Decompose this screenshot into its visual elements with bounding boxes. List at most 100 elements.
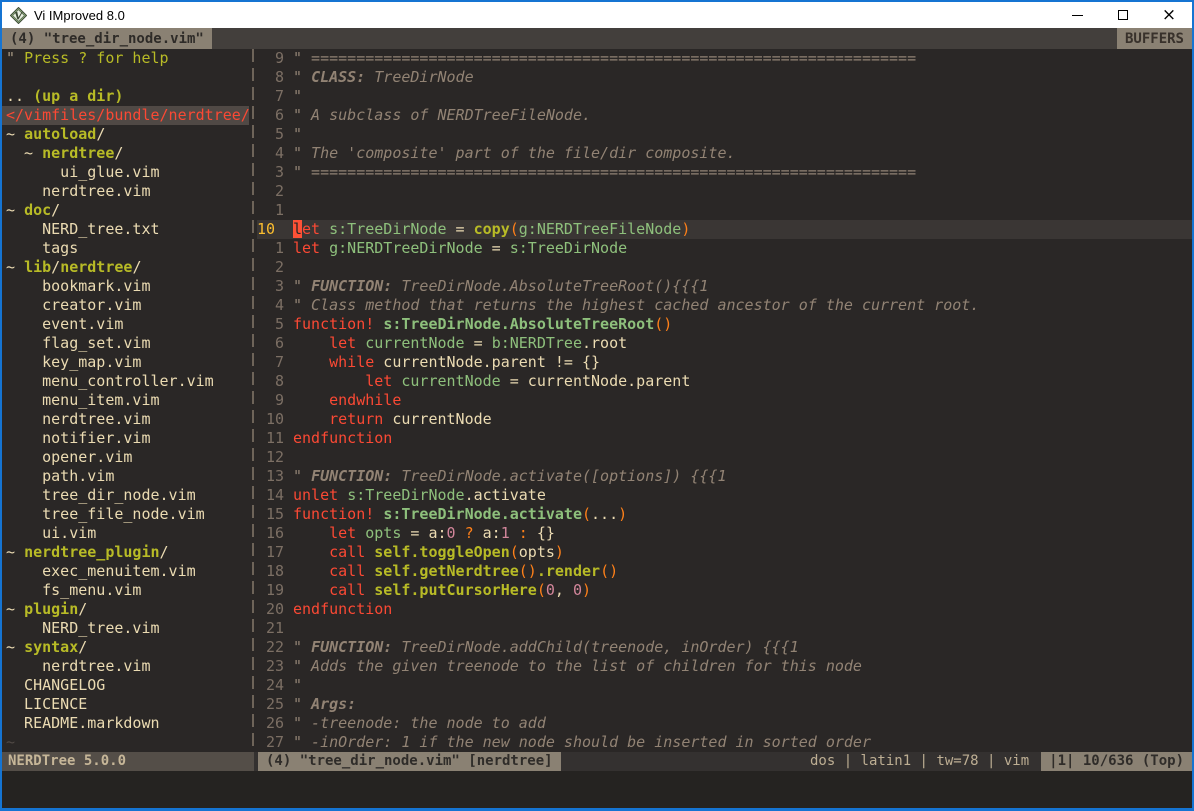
nerdtree-row[interactable]: menu_controller.vim: [2, 372, 249, 391]
nerdtree-row[interactable]: flag_set.vim: [2, 334, 249, 353]
code-line[interactable]: 8" CLASS: TreeDirNode: [257, 68, 1192, 87]
code-line[interactable]: 7 while currentNode.parent != {}: [257, 353, 1192, 372]
code-token: [293, 372, 365, 390]
code-line[interactable]: 18 call self.getNerdtree().render(): [257, 562, 1192, 581]
nerdtree-row[interactable]: ui.vim: [2, 524, 249, 543]
code-buffer[interactable]: 9" =====================================…: [257, 49, 1192, 752]
code-line[interactable]: 4" The 'composite' part of the file/dir …: [257, 144, 1192, 163]
command-line[interactable]: [2, 771, 1192, 808]
code-line[interactable]: 26" -treenode: the node to add: [257, 714, 1192, 733]
code-token: ": [293, 68, 311, 86]
nerdtree-row[interactable]: creator.vim: [2, 296, 249, 315]
close-button[interactable]: ×: [1146, 2, 1192, 28]
code-line[interactable]: 2: [257, 258, 1192, 277]
maximize-button[interactable]: [1100, 2, 1146, 28]
nerdtree-row[interactable]: ~ syntax/: [2, 638, 249, 657]
code-line[interactable]: 17 call self.toggleOpen(opts): [257, 543, 1192, 562]
code-line[interactable]: 6" A subclass of NERDTreeFileNode.: [257, 106, 1192, 125]
nerdtree-row[interactable]: tree_dir_node.vim: [2, 486, 249, 505]
nerdtree-row[interactable]: NERD_tree.txt: [2, 220, 249, 239]
code-line[interactable]: 9" =====================================…: [257, 49, 1192, 68]
nerdtree-row[interactable]: ~ nerdtree_plugin/: [2, 543, 249, 562]
code-line[interactable]: 3" =====================================…: [257, 163, 1192, 182]
minimize-button[interactable]: [1054, 2, 1100, 28]
nerdtree-row[interactable]: fs_menu.vim: [2, 581, 249, 600]
nerdtree-row[interactable]: " Press ? for help: [2, 49, 249, 68]
code-line[interactable]: 10 return currentNode: [257, 410, 1192, 429]
code-line[interactable]: 5": [257, 125, 1192, 144]
line-text: unlet s:TreeDirNode.activate: [293, 486, 1192, 505]
code-line[interactable]: 24": [257, 676, 1192, 695]
nerdtree-row[interactable]: LICENCE: [2, 695, 249, 714]
nerdtree-row[interactable]: ui_glue.vim: [2, 163, 249, 182]
code-token: g:NERDTreeDirNode: [329, 239, 483, 257]
nerdtree-row[interactable]: [2, 68, 249, 87]
nerdtree-row[interactable]: README.markdown: [2, 714, 249, 733]
code-line[interactable]: 3" FUNCTION: TreeDirNode.AbsoluteTreeRoo…: [257, 277, 1192, 296]
code-token: ~: [6, 733, 15, 751]
code-token: ": [293, 695, 311, 713]
code-token: :: [519, 524, 528, 542]
nerdtree-row[interactable]: nerdtree.vim: [2, 657, 249, 676]
window-separator[interactable]: [249, 49, 257, 752]
code-line[interactable]: 19 call self.putCursorHere(0, 0): [257, 581, 1192, 600]
nerdtree-row[interactable]: NERD_tree.vim: [2, 619, 249, 638]
code-line[interactable]: 27" -inOrder: 1 if the new node should b…: [257, 733, 1192, 752]
nerdtree-row[interactable]: ~ autoload/: [2, 125, 249, 144]
code-line[interactable]: 10let s:TreeDirNode = copy(g:NERDTreeFil…: [257, 220, 1192, 239]
code-line[interactable]: 11endfunction: [257, 429, 1192, 448]
nerdtree-row[interactable]: key_map.vim: [2, 353, 249, 372]
nerdtree-row[interactable]: tags: [2, 239, 249, 258]
code-line[interactable]: 6 let currentNode = b:NERDTree.root: [257, 334, 1192, 353]
code-line[interactable]: 7": [257, 87, 1192, 106]
status-fill: [561, 752, 810, 771]
code-line[interactable]: 23" Adds the given treenode to the list …: [257, 657, 1192, 676]
code-line[interactable]: 1let g:NERDTreeDirNode = s:TreeDirNode: [257, 239, 1192, 258]
code-line[interactable]: 1: [257, 201, 1192, 220]
nerdtree-panel[interactable]: " Press ? for help .. (up a dir)</vimfile…: [2, 49, 249, 752]
nerdtree-row[interactable]: exec_menuitem.vim: [2, 562, 249, 581]
code-line[interactable]: 21: [257, 619, 1192, 638]
code-token: doc: [24, 201, 51, 219]
nerdtree-row[interactable]: event.vim: [2, 315, 249, 334]
nerdtree-row[interactable]: ~ nerdtree/: [2, 144, 249, 163]
line-number: 1: [257, 201, 284, 220]
code-line[interactable]: 13" FUNCTION: TreeDirNode.activate([opti…: [257, 467, 1192, 486]
code-line[interactable]: 25" Args:: [257, 695, 1192, 714]
nerdtree-row[interactable]: ~ plugin/: [2, 600, 249, 619]
nerdtree-row[interactable]: ~: [2, 733, 249, 752]
nerdtree-row[interactable]: path.vim: [2, 467, 249, 486]
nerdtree-row[interactable]: opener.vim: [2, 448, 249, 467]
code-line[interactable]: 2: [257, 182, 1192, 201]
code-line[interactable]: 8 let currentNode = currentNode.parent: [257, 372, 1192, 391]
nerdtree-row[interactable]: ~ doc/: [2, 201, 249, 220]
line-number: 20: [257, 600, 284, 619]
code-line[interactable]: 5function! s:TreeDirNode.AbsoluteTreeRoo…: [257, 315, 1192, 334]
nerdtree-row[interactable]: bookmark.vim: [2, 277, 249, 296]
code-line[interactable]: 4" Class method that returns the highest…: [257, 296, 1192, 315]
nerdtree-row[interactable]: ~ lib/nerdtree/: [2, 258, 249, 277]
line-number: 26: [257, 714, 284, 733]
code-line[interactable]: 15function! s:TreeDirNode.activate(...): [257, 505, 1192, 524]
tab-tree-dir-node[interactable]: (4) "tree_dir_node.vim": [2, 28, 212, 49]
nerdtree-row[interactable]: menu_item.vim: [2, 391, 249, 410]
code-line[interactable]: 9 endwhile: [257, 391, 1192, 410]
line-number: 10: [257, 410, 284, 429]
maximize-icon: [1118, 10, 1128, 20]
code-token: menu_item.vim: [6, 391, 160, 409]
nerdtree-row[interactable]: nerdtree.vim: [2, 410, 249, 429]
nerdtree-root-row[interactable]: </vimfiles/bundle/nerdtree/: [2, 106, 249, 125]
code-line[interactable]: 14unlet s:TreeDirNode.activate: [257, 486, 1192, 505]
nerdtree-row[interactable]: .. (up a dir): [2, 87, 249, 106]
code-token: ..: [6, 87, 33, 105]
nerdtree-row[interactable]: nerdtree.vim: [2, 182, 249, 201]
nerdtree-row[interactable]: tree_file_node.vim: [2, 505, 249, 524]
code-line[interactable]: 12: [257, 448, 1192, 467]
code-line[interactable]: 20endfunction: [257, 600, 1192, 619]
code-token: .root: [582, 334, 627, 352]
nerdtree-row[interactable]: CHANGELOG: [2, 676, 249, 695]
line-text: [293, 258, 1192, 277]
code-line[interactable]: 16 let opts = a:0 ? a:1 : {}: [257, 524, 1192, 543]
code-line[interactable]: 22" FUNCTION: TreeDirNode.addChild(treen…: [257, 638, 1192, 657]
nerdtree-row[interactable]: notifier.vim: [2, 429, 249, 448]
